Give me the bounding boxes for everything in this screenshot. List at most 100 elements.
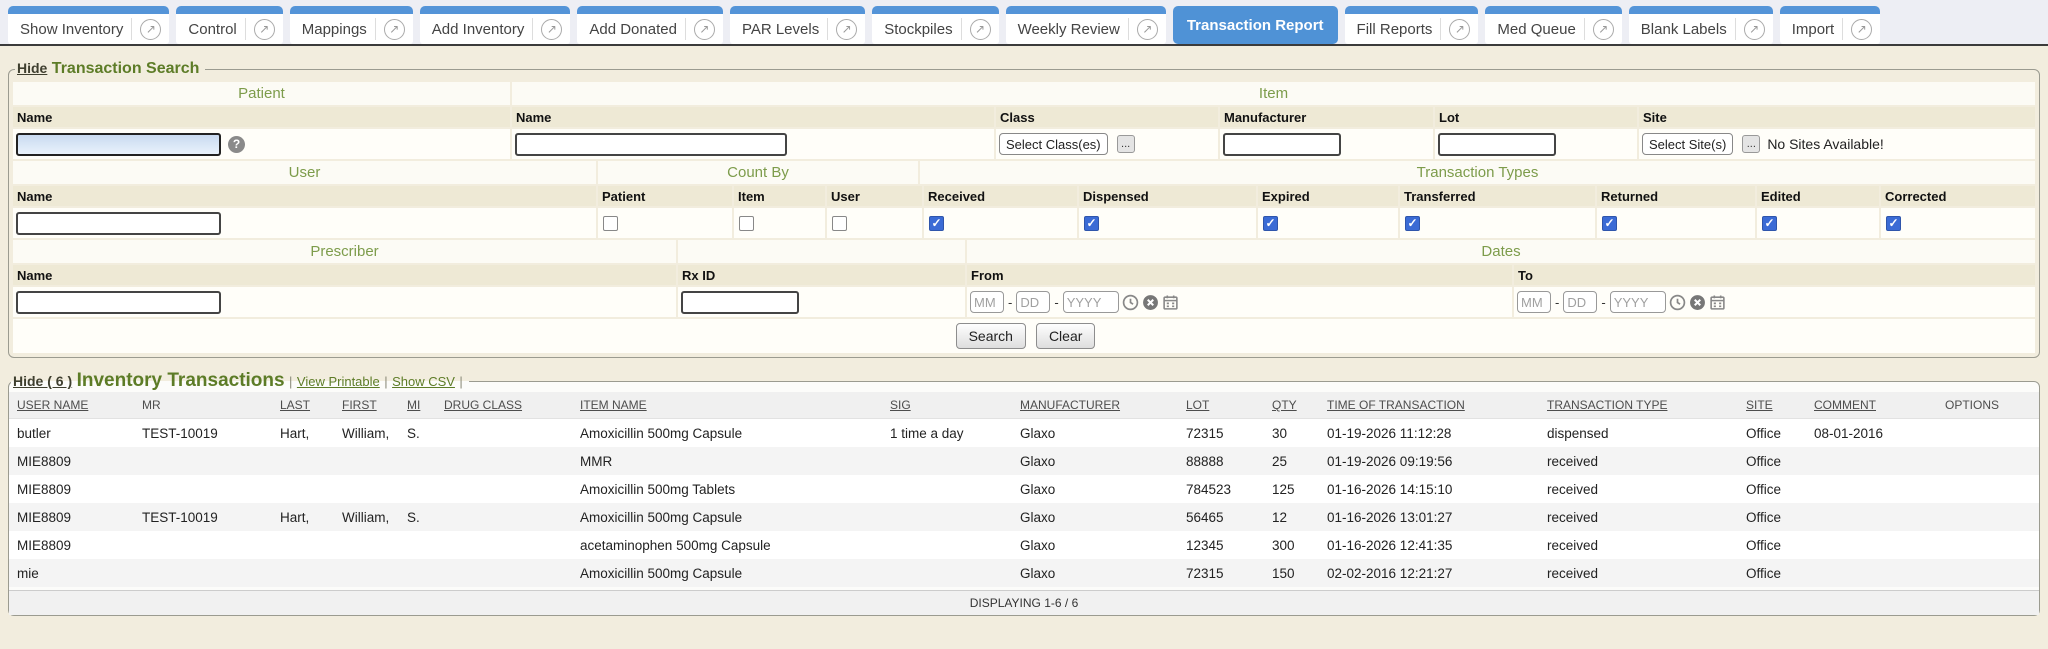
rx-id-input[interactable] [681,291,799,314]
tab-label: Import [1792,21,1835,38]
col-lot[interactable]: LOT [1178,398,1264,412]
col-time-of-transaction[interactable]: TIME OF TRANSACTION [1319,398,1539,412]
count-by-item-checkbox[interactable] [739,216,754,231]
col-qty[interactable]: QTY [1264,398,1319,412]
table-row[interactable]: MIE8809MMRGlaxo888882501-19-2026 09:19:5… [9,447,2039,475]
col-sig[interactable]: SIG [882,398,1012,412]
popout-icon[interactable]: ↗ [541,19,562,40]
to-year-input[interactable] [1610,291,1666,313]
cell-first: William, [334,510,399,525]
popout-icon[interactable]: ↗ [1851,19,1872,40]
help-icon[interactable]: ? [228,136,245,153]
lot-input[interactable] [1438,133,1556,156]
from-day-input[interactable] [1016,291,1050,313]
tab-add-donated[interactable]: Add Donated↗ [577,6,723,44]
select-sites-button[interactable]: Select Site(s) [1642,133,1733,155]
select-classes-button[interactable]: Select Class(es) [999,133,1108,155]
calendar-icon[interactable] [1709,294,1726,311]
type-edited-checkbox[interactable]: ✓ [1762,216,1777,231]
user-section-header: User [13,161,596,184]
popout-icon[interactable]: ↗ [694,19,715,40]
col-item-name[interactable]: ITEM NAME [572,398,882,412]
popout-icon[interactable]: ↗ [836,19,857,40]
clear-button[interactable]: Clear [1036,323,1095,349]
type-received-checkbox[interactable]: ✓ [929,216,944,231]
hide-transactions-link[interactable]: Hide ( 6 ) [13,373,72,389]
manufacturer-input[interactable] [1223,133,1341,156]
item-name-input[interactable] [515,133,787,156]
tab-divider [961,18,962,40]
patient-name-input[interactable] [16,133,221,156]
col-comment[interactable]: COMMENT [1806,398,1937,412]
col-drug-class[interactable]: DRUG CLASS [436,398,572,412]
popout-icon[interactable]: ↗ [384,19,405,40]
tab-weekly-review[interactable]: Weekly Review↗ [1006,6,1166,44]
table-row[interactable]: mieAmoxicillin 500mg CapsuleGlaxo7231515… [9,559,2039,587]
tab-mappings[interactable]: Mappings↗ [290,6,413,44]
calendar-icon[interactable] [1162,294,1179,311]
tab-import[interactable]: Import ↗ [1780,6,1881,44]
clock-icon[interactable] [1669,294,1686,311]
user-name-input[interactable] [16,212,221,235]
cell-lot: 784523 [1178,482,1264,497]
popout-icon[interactable]: ↗ [1449,19,1470,40]
tab-med-queue[interactable]: Med Queue↗ [1485,6,1621,44]
transaction-search-legend: Hide Transaction Search [15,60,205,78]
tab-fill-reports[interactable]: Fill Reports↗ [1345,6,1479,44]
table-row[interactable]: MIE8809TEST-10019Hart,William,S.Amoxicil… [9,503,2039,531]
label-row: Name Patient Item User Received Dispense… [13,186,2035,206]
tab-show-inventory[interactable]: Show Inventory↗ [8,6,169,44]
hide-search-link[interactable]: Hide [17,60,47,76]
col-mi[interactable]: MI [399,398,436,412]
clear-date-icon[interactable] [1689,294,1706,311]
popout-icon[interactable]: ↗ [1744,19,1765,40]
type-returned-checkbox[interactable]: ✓ [1602,216,1617,231]
show-csv-link[interactable]: Show CSV [392,374,455,389]
user-name-label: Name [13,186,596,206]
type-corrected-checkbox[interactable]: ✓ [1886,216,1901,231]
col-last[interactable]: LAST [272,398,334,412]
col-site[interactable]: SITE [1738,398,1806,412]
cell-site: Office [1738,454,1806,469]
table-row[interactable]: butlerTEST-10019Hart,William,S.Amoxicill… [9,419,2039,447]
label-row: Name Name Class Manufacturer Lot Site [13,107,2035,127]
site-picker-button[interactable]: ... [1742,135,1760,153]
prescriber-name-input[interactable] [16,291,221,314]
count-by-user-checkbox[interactable] [832,216,847,231]
cell-item-name: MMR [572,454,882,469]
class-picker-button[interactable]: ... [1117,135,1135,153]
col-user-name[interactable]: USER NAME [9,398,134,412]
clear-date-icon[interactable] [1142,294,1159,311]
count-by-patient-checkbox[interactable] [603,216,618,231]
col-manufacturer[interactable]: MANUFACTURER [1012,398,1178,412]
popout-icon[interactable]: ↗ [970,19,991,40]
tab-accent [872,6,998,14]
col-first[interactable]: FIRST [334,398,399,412]
tab-transaction-report[interactable]: Transaction Report [1173,6,1338,44]
type-dispensed-checkbox[interactable]: ✓ [1084,216,1099,231]
table-row[interactable]: MIE8809acetaminophen 500mg CapsuleGlaxo1… [9,531,2039,559]
from-month-input[interactable] [970,291,1004,313]
type-transferred-checkbox[interactable]: ✓ [1405,216,1420,231]
clock-icon[interactable] [1122,294,1139,311]
table-row[interactable]: MIE8809Amoxicillin 500mg TabletsGlaxo784… [9,475,2039,503]
tab-control[interactable]: Control↗ [176,6,282,44]
popout-icon[interactable]: ↗ [254,19,275,40]
popout-icon[interactable]: ↗ [140,19,161,40]
to-month-input[interactable] [1517,291,1551,313]
view-printable-link[interactable]: View Printable [297,374,380,389]
popout-icon[interactable]: ↗ [1593,19,1614,40]
tab-blank-labels[interactable]: Blank Labels↗ [1629,6,1773,44]
type-expired-checkbox[interactable]: ✓ [1263,216,1278,231]
search-button[interactable]: Search [956,323,1026,349]
tab-par-levels[interactable]: PAR Levels↗ [730,6,865,44]
tab-stockpiles[interactable]: Stockpiles↗ [872,6,998,44]
popout-icon[interactable]: ↗ [1137,19,1158,40]
tab-divider [375,18,376,40]
col-transaction-type[interactable]: TRANSACTION TYPE [1539,398,1738,412]
cell-mi: S. [399,426,436,441]
to-day-input[interactable] [1563,291,1597,313]
tab-add-inventory[interactable]: Add Inventory↗ [420,6,571,44]
from-year-input[interactable] [1063,291,1119,313]
type-corrected-label: Corrected [1881,186,2035,206]
